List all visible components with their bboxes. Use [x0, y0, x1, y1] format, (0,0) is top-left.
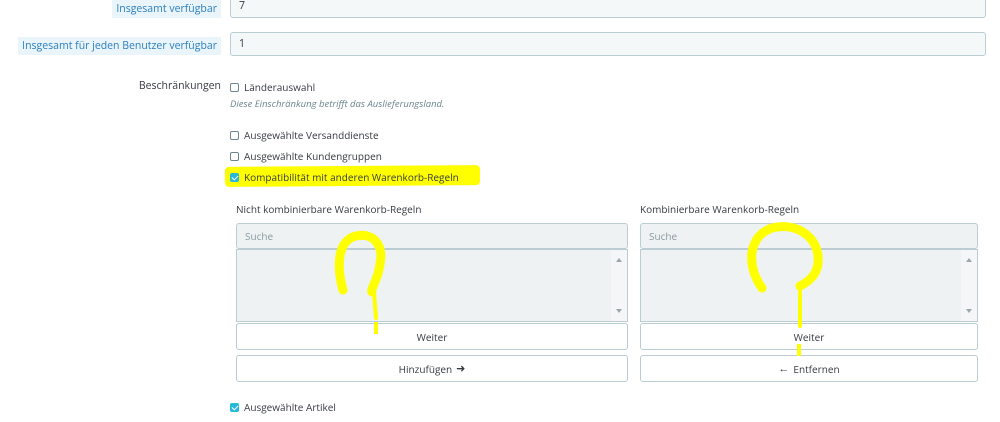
left-question-mark-stem [372, 290, 378, 320]
right-question-mark-icon [747, 222, 823, 293]
question-mark-annotations [334, 222, 823, 356]
right-question-mark-dot [797, 344, 801, 356]
left-question-mark-icon [334, 230, 386, 297]
left-question-mark-dot [374, 322, 378, 334]
